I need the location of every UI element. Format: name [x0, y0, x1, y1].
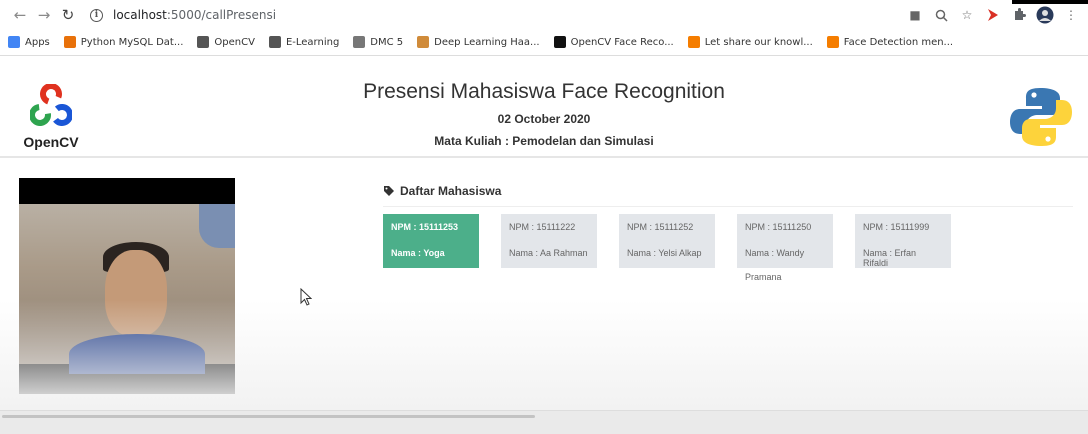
student-npm: NPM : 15111222 — [509, 222, 576, 232]
bookmark-item[interactable]: Python MySQL Dat... — [63, 36, 184, 48]
back-icon[interactable]: ← — [8, 3, 32, 27]
student-card: NPM : 15111222 Nama : Aa Rahman — [501, 214, 597, 282]
bookmark-label: OpenCV Face Reco... — [570, 36, 674, 48]
bookmark-favicon-icon — [687, 36, 700, 48]
student-card: NPM : 15111252 Nama : Yelsi Alkap — [619, 214, 715, 282]
bookmark-favicon-icon — [353, 36, 366, 48]
student-card-box: NPM : 15111250 Nama : Wandy — [737, 214, 833, 268]
url-host: localhost — [113, 8, 167, 22]
extension-red-icon[interactable] — [984, 6, 1002, 24]
student-card-box: NPM : 15111252 Nama : Yelsi Alkap — [619, 214, 715, 268]
bookmark-item[interactable]: Apps — [8, 36, 50, 48]
star-icon[interactable]: ☆ — [958, 6, 976, 24]
apps-grid-icon — [8, 36, 20, 48]
url-text[interactable]: localhost:5000/callPresensi — [113, 8, 276, 22]
title-block: Presensi Mahasiswa Face Recognition 02 O… — [0, 80, 1088, 148]
student-name-continued: Pramana — [745, 272, 782, 282]
student-card: NPM : 15111250 Nama : Wandy Pramana — [737, 214, 833, 282]
bookmark-label: Deep Learning Haa... — [434, 36, 540, 48]
student-list-heading: Daftar Mahasiswa — [383, 184, 1073, 207]
student-name: Nama : Yoga — [391, 248, 445, 258]
bookmark-label: DMC 5 — [370, 36, 404, 48]
bookmark-item[interactable]: Let share our knowl... — [687, 36, 813, 48]
bookmark-label: E-Learning — [285, 36, 340, 48]
bookmark-label: OpenCV — [214, 36, 255, 48]
python-logo-icon — [1010, 88, 1072, 146]
webcam-feed — [19, 178, 235, 394]
screen-edge — [1012, 0, 1088, 4]
bookmarks-bar: Apps Python MySQL Dat... OpenCV E-Learning D… — [0, 30, 1088, 54]
bookmark-favicon-icon — [63, 36, 76, 48]
browser-toolbar: ← → ↻ i localhost:5000/callPresensi ■ ☆ … — [0, 0, 1088, 30]
student-name: Nama : Aa Rahman — [509, 248, 588, 258]
student-card-box: NPM : 15111999 Nama : Erfan Rifaldi — [855, 214, 951, 268]
bookmark-item[interactable]: Deep Learning Haa... — [417, 36, 540, 48]
menu-dots-icon[interactable]: ⋮ — [1062, 6, 1080, 24]
bookmark-label: Apps — [25, 36, 50, 48]
student-name: Nama : Wandy — [745, 248, 805, 258]
extensions-puzzle-icon[interactable] — [1010, 6, 1028, 24]
bookmark-item[interactable]: Face Detection men... — [826, 36, 954, 48]
bookmark-item[interactable]: DMC 5 — [353, 36, 403, 48]
camera-icon[interactable]: ■ — [906, 6, 924, 24]
student-cards: NPM : 15111253 Nama : Yoga NPM : 15111222 N… — [383, 214, 1073, 282]
bookmark-label: Let share our knowl... — [704, 36, 813, 48]
bookmark-favicon-icon — [417, 36, 430, 48]
bookmark-favicon-icon — [197, 36, 210, 48]
student-name: Nama : Erfan Rifaldi — [863, 248, 917, 268]
course-name: Mata Kuliah : Pemodelan dan Simulasi — [434, 134, 654, 148]
info-icon[interactable]: i — [90, 8, 103, 22]
student-list-section: Daftar Mahasiswa NPM : 15111253 Nama : Yo… — [383, 184, 1073, 282]
zoom-icon[interactable] — [932, 6, 950, 24]
bookmark-label: Python MySQL Dat... — [80, 36, 184, 48]
page-header: OpenCV Presensi Mahasiswa Face Recogniti… — [0, 56, 1088, 158]
mouse-cursor-icon — [300, 287, 313, 310]
bookmark-item[interactable]: OpenCV — [197, 36, 255, 48]
student-card: NPM : 15111999 Nama : Erfan Rifaldi — [855, 214, 951, 282]
forward-icon[interactable]: → — [32, 3, 56, 27]
student-npm: NPM : 15111253 — [391, 222, 459, 232]
address-bar[interactable]: i localhost:5000/callPresensi — [90, 3, 276, 27]
horizontal-scrollbar[interactable] — [0, 410, 1088, 434]
student-npm: NPM : 15111250 — [745, 222, 812, 232]
bookmark-favicon-icon — [268, 36, 281, 48]
scrollbar-thumb[interactable] — [2, 415, 535, 418]
student-list-title: Daftar Mahasiswa — [400, 184, 502, 198]
python-logo — [1008, 86, 1074, 152]
student-npm: NPM : 15111999 — [863, 222, 930, 232]
student-npm: NPM : 15111252 — [627, 222, 694, 232]
main-content: Daftar Mahasiswa NPM : 15111253 Nama : Yo… — [0, 158, 1088, 408]
profile-avatar-icon[interactable] — [1036, 6, 1054, 24]
reload-icon[interactable]: ↻ — [56, 3, 80, 27]
browser-chrome: ← → ↻ i localhost:5000/callPresensi ■ ☆ … — [0, 0, 1088, 56]
bookmark-item[interactable]: E-Learning — [268, 36, 340, 48]
student-card-box: NPM : 15111222 Nama : Aa Rahman — [501, 214, 597, 268]
student-card-box: NPM : 15111253 Nama : Yoga — [383, 214, 479, 268]
url-path: :5000/callPresensi — [166, 8, 277, 22]
page-title: Presensi Mahasiswa Face Recognition — [363, 80, 725, 103]
page-date: 02 October 2020 — [497, 112, 591, 126]
webcam-image — [19, 204, 235, 374]
bookmark-favicon-icon — [553, 36, 566, 48]
tag-icon — [384, 186, 394, 196]
browser-right-tools: ■ ☆ ⋮ — [906, 6, 1080, 24]
student-name: Nama : Yelsi Alkap — [627, 248, 702, 258]
bookmark-favicon-icon — [826, 36, 839, 48]
bookmark-item[interactable]: OpenCV Face Reco... — [553, 36, 674, 48]
bookmark-label: Face Detection men... — [843, 36, 954, 48]
student-card: NPM : 15111253 Nama : Yoga — [383, 214, 479, 282]
